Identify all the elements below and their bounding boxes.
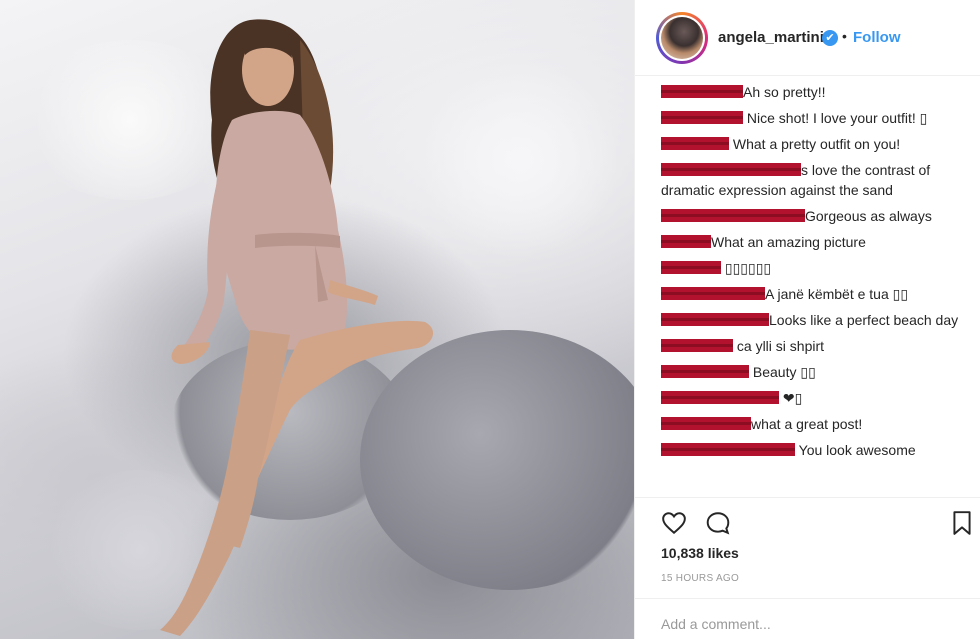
add-comment-placeholder: Add a comment... xyxy=(661,616,771,632)
comment-text: ca ylli si shpirt xyxy=(733,338,825,354)
redacted-username[interactable] xyxy=(661,209,805,222)
redacted-username[interactable] xyxy=(661,443,795,456)
comment-text: What a pretty outfit on you! xyxy=(729,136,901,152)
comment-text: Gorgeous as always xyxy=(805,208,932,224)
comment-item: A janë këmbët e tua ▯▯ xyxy=(661,284,977,304)
comment-item: ca ylli si shpirt xyxy=(661,336,977,356)
woman-on-sand xyxy=(160,19,434,636)
comment-item: s love the contrast of dramatic expressi… xyxy=(661,160,977,200)
comment-item: ❤▯ xyxy=(661,388,977,408)
redacted-username[interactable] xyxy=(661,365,749,378)
comment-item: Gorgeous as always xyxy=(661,206,977,226)
redacted-username[interactable] xyxy=(661,137,729,150)
redacted-username[interactable] xyxy=(661,313,769,326)
comment-text: What an amazing picture xyxy=(711,234,866,250)
comment-text: what a great post! xyxy=(751,416,863,432)
comment-item: ▯▯▯▯▯▯ xyxy=(661,258,977,278)
post-sidebar: angela_martini ✔ • Follow Ah so pretty!!… xyxy=(634,0,980,639)
comment-text: Looks like a perfect beach day xyxy=(769,312,959,328)
redacted-username[interactable] xyxy=(661,235,711,248)
comment-text: ▯▯▯▯▯▯ xyxy=(721,260,772,276)
comment-item: Looks like a perfect beach day xyxy=(661,310,977,330)
follow-button[interactable]: Follow xyxy=(853,29,901,46)
avatar[interactable] xyxy=(656,12,708,64)
comment-text: ❤▯ xyxy=(779,390,803,406)
comment-item: You look awesome xyxy=(661,440,977,460)
add-comment-field[interactable]: Add a comment... xyxy=(635,598,980,639)
comment-icon[interactable] xyxy=(705,510,731,536)
post-header: angela_martini ✔ • Follow xyxy=(635,0,980,76)
redacted-username[interactable] xyxy=(661,391,779,404)
likes-count[interactable]: 10,838 likes xyxy=(661,545,739,561)
comment-item: What an amazing picture xyxy=(661,232,977,252)
avatar-image xyxy=(661,17,703,59)
comment-item: what a great post! xyxy=(661,414,977,434)
comment-item: Ah so pretty!! xyxy=(661,82,977,102)
verified-badge-icon: ✔ xyxy=(822,30,838,46)
bookmark-icon[interactable] xyxy=(949,510,975,536)
post-actions: 10,838 likes 15 HOURS AGO Add a comment.… xyxy=(635,497,980,639)
comment-item: What a pretty outfit on you! xyxy=(661,134,977,154)
comment-item: Nice shot! I love your outfit! ▯ xyxy=(661,108,977,128)
redacted-username[interactable] xyxy=(661,85,743,98)
comment-text: Ah so pretty!! xyxy=(743,84,826,100)
redacted-username[interactable] xyxy=(661,163,801,176)
redacted-username[interactable] xyxy=(661,417,751,430)
redacted-username[interactable] xyxy=(661,111,743,124)
redacted-username[interactable] xyxy=(661,287,765,300)
comment-text: You look awesome xyxy=(795,442,916,458)
redacted-username[interactable] xyxy=(661,339,733,352)
heart-icon[interactable] xyxy=(661,510,687,536)
comment-text: Nice shot! I love your outfit! ▯ xyxy=(743,110,928,126)
comment-text: Beauty ▯▯ xyxy=(749,364,816,380)
comment-item: Beauty ▯▯ xyxy=(661,362,977,382)
comments-list[interactable]: Ah so pretty!! Nice shot! I love your ou… xyxy=(661,82,977,497)
post-photo[interactable] xyxy=(0,0,634,639)
redacted-username[interactable] xyxy=(661,261,721,274)
post-timestamp[interactable]: 15 HOURS AGO xyxy=(661,573,739,584)
username-link[interactable]: angela_martini xyxy=(718,29,824,46)
comment-text: A janë këmbët e tua ▯▯ xyxy=(765,286,909,302)
separator-dot: • xyxy=(842,28,847,44)
